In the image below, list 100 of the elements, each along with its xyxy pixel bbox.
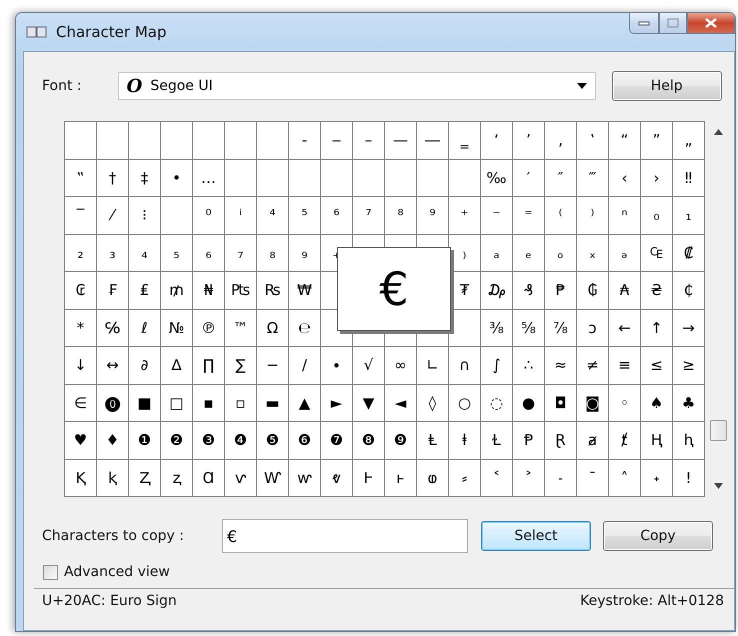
character-cell[interactable]: ◄ xyxy=(385,384,416,421)
character-cell[interactable]: ‡ xyxy=(129,160,160,196)
character-cell[interactable]: ˗ xyxy=(545,460,576,496)
character-cell[interactable]: ₵ xyxy=(673,272,704,308)
copy-button[interactable]: Copy xyxy=(602,521,713,551)
character-cell[interactable]: Ω xyxy=(257,310,288,346)
character-cell[interactable]: ◌ xyxy=(481,384,512,421)
character-cell[interactable]: Ⱳ xyxy=(257,460,288,496)
character-cell[interactable]: ℓ xyxy=(129,310,160,346)
character-cell[interactable] xyxy=(225,160,256,196)
character-cell[interactable]: ■ xyxy=(129,384,160,421)
character-cell[interactable]: ≥ xyxy=(673,347,704,384)
character-cell[interactable]: ▼ xyxy=(353,384,384,421)
character-cell[interactable]: Ⱬ xyxy=(129,460,160,496)
character-cell[interactable]: ▬ xyxy=(257,384,288,421)
character-cell[interactable]: ⁴ xyxy=(257,197,288,234)
character-cell[interactable]: ₱ xyxy=(545,272,576,308)
character-cell[interactable]: ∑ xyxy=(225,347,256,384)
character-cell[interactable]: ₂ xyxy=(65,234,96,271)
character-cell[interactable]: ₁ xyxy=(673,197,704,234)
character-cell[interactable]: ” xyxy=(641,122,672,158)
scrollbar-thumb[interactable] xyxy=(710,420,727,441)
character-cell[interactable]: ₲ xyxy=(577,272,608,308)
character-cell[interactable]: … xyxy=(193,160,224,196)
character-cell[interactable]: ⁰ xyxy=(193,197,224,234)
character-cell[interactable]: ∕ xyxy=(289,347,320,384)
character-cell[interactable]: ‴ xyxy=(577,160,608,196)
character-cell[interactable] xyxy=(385,160,416,196)
character-cell[interactable]: ⱬ xyxy=(161,460,192,496)
character-cell[interactable]: ⱨ xyxy=(673,422,704,458)
character-cell[interactable]: ˃ xyxy=(513,460,544,496)
character-cell[interactable] xyxy=(225,122,256,158)
character-cell[interactable]: ∩ xyxy=(449,347,480,384)
character-cell[interactable]: ‐ xyxy=(289,122,320,158)
character-cell[interactable]: ≤ xyxy=(641,347,672,384)
character-cell[interactable]: — xyxy=(385,122,416,158)
character-cell[interactable]: ⁵ xyxy=(289,197,320,234)
character-cell[interactable]: ∟ xyxy=(417,347,448,384)
character-cell[interactable]: ↔ xyxy=(97,347,128,384)
character-cell[interactable]: ₓ xyxy=(577,234,608,271)
character-cell[interactable]: ∂ xyxy=(129,347,160,384)
character-cell[interactable]: ¯ xyxy=(577,460,608,496)
character-cell[interactable]: ˖ xyxy=(641,460,672,496)
character-cell[interactable]: ≡ xyxy=(609,347,640,384)
character-cell[interactable]: ₤ xyxy=(129,272,160,308)
character-cell[interactable]: ‗ xyxy=(449,122,480,158)
character-cell[interactable]: ˄ xyxy=(609,460,640,496)
character-cell[interactable]: ‘ xyxy=(481,122,512,158)
character-cell[interactable] xyxy=(417,160,448,196)
character-cell[interactable]: ‒ xyxy=(321,122,352,158)
character-cell[interactable] xyxy=(321,160,352,196)
character-cell[interactable]: ◦ xyxy=(609,384,640,421)
character-cell[interactable]: ❷ xyxy=(161,422,192,458)
copy-input-field[interactable]: € xyxy=(222,519,468,553)
character-cell[interactable]: ▪ xyxy=(193,384,224,421)
character-cell[interactable]: ⁾ xyxy=(577,197,608,234)
character-cell[interactable]: ₢ xyxy=(65,272,96,308)
character-cell[interactable]: • xyxy=(161,160,192,196)
character-cell[interactable]: ₥ xyxy=(161,272,192,308)
character-cell[interactable]: ⁝ xyxy=(129,197,160,234)
character-cell[interactable]: ◊ xyxy=(417,384,448,421)
character-cell[interactable]: ← xyxy=(609,310,640,346)
character-cell[interactable]: ◘ xyxy=(545,384,576,421)
character-cell[interactable]: Ⱪ xyxy=(65,460,96,496)
character-cell[interactable]: ₆ xyxy=(193,234,224,271)
close-button[interactable] xyxy=(687,13,735,34)
help-button[interactable]: Help xyxy=(612,71,722,101)
character-cell[interactable]: Ⱶ xyxy=(353,460,384,496)
character-cell[interactable]: ‹ xyxy=(609,160,640,196)
character-cell[interactable]: ⱦ xyxy=(609,422,640,458)
character-cell[interactable]: ⱶ xyxy=(385,460,416,496)
character-cell[interactable]: ₰ xyxy=(513,272,544,308)
character-cell[interactable]: ⱱ xyxy=(225,460,256,496)
character-cell[interactable] xyxy=(97,122,128,158)
character-cell[interactable]: ‰ xyxy=(481,160,512,196)
character-cell[interactable]: ○ xyxy=(449,384,480,421)
character-cell[interactable]: → xyxy=(673,310,704,346)
character-cell[interactable]: Ⱡ xyxy=(417,422,448,458)
character-cell[interactable]: □ xyxy=(161,384,192,421)
character-cell[interactable] xyxy=(161,122,192,158)
character-cell[interactable] xyxy=(129,122,160,158)
character-cell[interactable]: Ᵽ xyxy=(513,422,544,458)
character-cell[interactable]: ∏ xyxy=(193,347,224,384)
character-cell[interactable]: ⁼ xyxy=(513,197,544,234)
character-cell[interactable] xyxy=(161,197,192,234)
character-cell[interactable]: ▲ xyxy=(289,384,320,421)
character-cell[interactable]: ₄ xyxy=(129,234,160,271)
character-cell[interactable]: ∆ xyxy=(161,347,192,384)
character-cell[interactable]: ℅ xyxy=(97,310,128,346)
character-cell[interactable] xyxy=(65,122,96,158)
character-cell[interactable]: ₑ xyxy=(513,234,544,271)
character-cell[interactable]: ⸗ xyxy=(449,460,480,496)
character-cell[interactable]: ▫ xyxy=(225,384,256,421)
character-cell[interactable]: ♠ xyxy=(641,384,672,421)
character-cell[interactable]: ’ xyxy=(513,122,544,158)
character-cell[interactable]: ❽ xyxy=(353,422,384,458)
character-cell[interactable]: ♦ xyxy=(97,422,128,458)
character-cell[interactable]: ― xyxy=(417,122,448,158)
scroll-up-icon[interactable] xyxy=(714,129,723,135)
character-cell[interactable]: ℮ xyxy=(289,310,320,346)
